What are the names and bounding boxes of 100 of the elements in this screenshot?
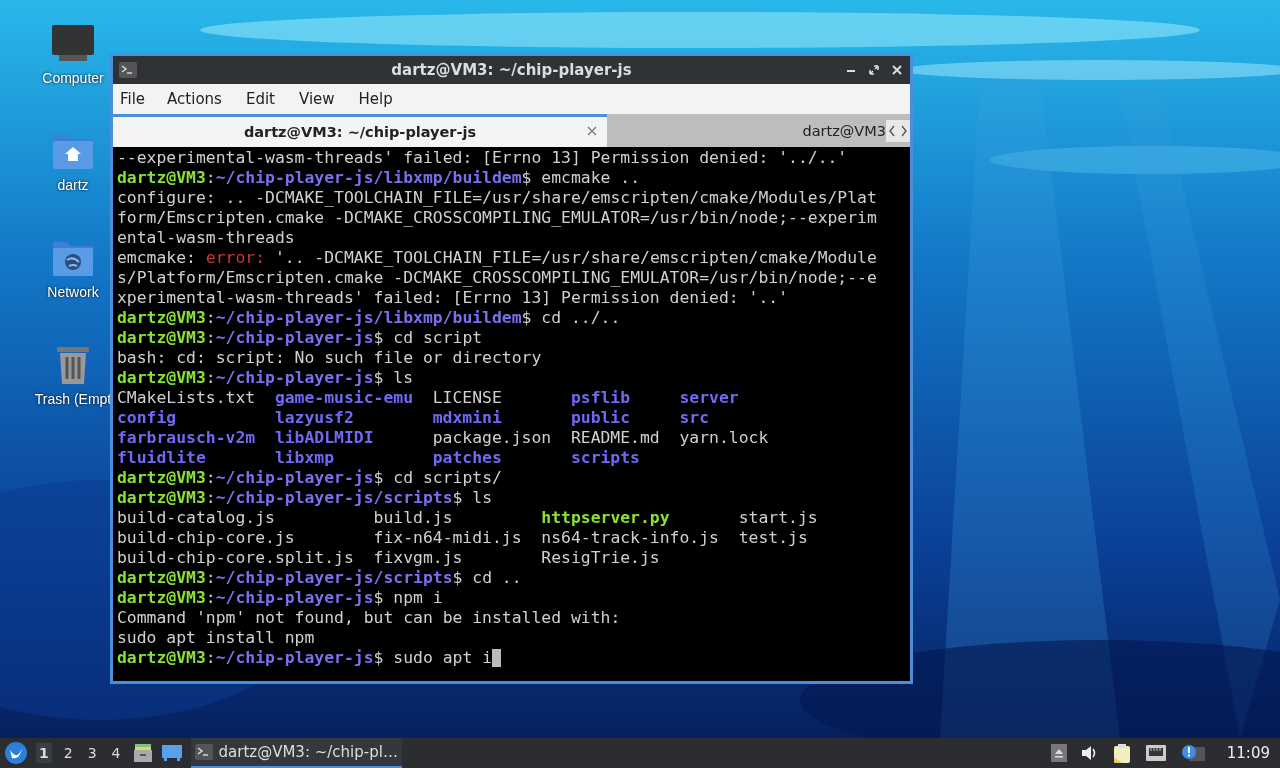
menu-item[interactable]: Help: [354, 90, 397, 108]
network-icon[interactable]: [1144, 744, 1167, 762]
bird-logo-icon[interactable]: [5, 742, 27, 764]
directory-name: mdxmini: [432, 408, 503, 428]
maximize-icon[interactable]: [869, 65, 879, 75]
prompt-user: dartz@VM3: [117, 568, 206, 588]
prompt-path: ~/chip-player-js/scripts: [215, 568, 453, 588]
directory-name: lazyusf2: [274, 408, 355, 428]
terminal-text: --experimental-wasm-threads' failed: [Errno 13] Permission denied: '../..': [117, 148, 848, 168]
terminal-text: $ ls: [373, 368, 414, 388]
desktop-icon-label[interactable]: Network: [47, 284, 99, 300]
prompt-user: dartz@VM3: [117, 328, 206, 348]
terminal-text: $ ls: [452, 488, 492, 508]
terminal-text: fix-n64-midi.js: [373, 528, 523, 548]
prompt-user: dartz@VM3: [117, 168, 206, 188]
terminal-text: :: [205, 648, 216, 668]
directory-name: fluidlite: [117, 448, 207, 468]
chevron-left-icon[interactable]: [886, 119, 898, 142]
workspace-button[interactable]: 2: [60, 743, 76, 763]
terminal-text: :: [205, 368, 216, 388]
terminal-text: $ npm i: [373, 588, 443, 608]
chevron-right-icon[interactable]: [898, 119, 910, 142]
terminal-text: start.js: [738, 508, 819, 528]
directory-name: scripts: [570, 448, 641, 468]
terminal-text: $ emcmake ..: [521, 168, 641, 188]
desktop-icon-label[interactable]: dartz: [57, 177, 89, 193]
menu-item[interactable]: Actions: [163, 90, 226, 108]
directory-name: psflib: [570, 388, 632, 408]
prompt-path: ~/chip-player-js: [215, 468, 374, 488]
terminal-text: emcmake:: [117, 248, 197, 268]
executable-name: httpserver.py: [541, 508, 671, 528]
terminal-text: yarn.lock: [679, 428, 770, 448]
terminal-tab[interactable]: dartz@VM3: [607, 114, 886, 147]
terminal-text: form/Emscripten.cmake -DCMAKE_CROSSCOMPILING_EMULATOR=/usr/bin/node;--experim: [117, 208, 877, 228]
terminal-text: ResigTrie.js: [541, 548, 661, 568]
terminal-text: $ sudo apt i: [373, 648, 492, 668]
terminal-text: test.js: [738, 528, 809, 548]
notification-icon[interactable]: [1180, 744, 1205, 762]
directory-name: public: [570, 408, 632, 428]
terminal-text: LICENSE: [432, 388, 503, 408]
file-cabinet-icon[interactable]: [132, 743, 153, 763]
terminal-icon: [119, 62, 137, 78]
terminal-text: Command 'npm' not found, but can be installed with:: [117, 608, 621, 628]
menu-item[interactable]: File: [116, 90, 150, 108]
terminal-text: ns64-track-info.js: [541, 528, 720, 548]
workspace-button[interactable]: 1: [36, 743, 52, 763]
directory-name: patches: [432, 448, 503, 468]
eject-icon[interactable]: [1050, 744, 1067, 762]
terminal-text: build-chip-core.js: [117, 528, 296, 548]
prompt-path: ~/chip-player-js: [215, 328, 374, 348]
workspace-button[interactable]: 4: [108, 743, 124, 763]
prompt-path: ~/chip-player-js: [215, 648, 374, 668]
terminal-text: :: [205, 468, 216, 488]
terminal-text: ental-wasm-threads: [117, 228, 295, 248]
terminal-text: :: [205, 488, 216, 508]
prompt-path: ~/chip-player-js/libxmp/buildem: [215, 308, 522, 328]
directory-name: src: [679, 408, 711, 428]
taskbar-task[interactable]: dartz@VM3: ~/chip-pl…: [190, 738, 402, 768]
directory-name: server: [679, 388, 740, 408]
terminal-text: configure: .. -DCMAKE_TOOLCHAIN_FILE=/usr/share/emscripten/cmake/Modules/Plat: [117, 188, 877, 208]
prompt-user: dartz@VM3: [117, 368, 206, 388]
terminal-text: :: [205, 328, 216, 348]
desktop-icon[interactable]: [161, 744, 182, 762]
directory-name: libxmp: [274, 448, 336, 468]
terminal-text: :: [205, 568, 216, 588]
computer-icon[interactable]: [51, 24, 95, 64]
prompt-user: dartz@VM3: [117, 588, 206, 608]
terminal-text: $ cd ..: [452, 568, 522, 588]
directory-name: libADLMIDI: [274, 428, 375, 448]
terminal-text: '.. -DCMAKE_TOOLCHAIN_FILE=/usr/share/emscripten/cmake/Module: [273, 248, 877, 268]
desktop-icon-label[interactable]: Trash (Empt: [34, 391, 112, 407]
prompt-user: dartz@VM3: [117, 468, 206, 488]
terminal-text: sudo apt install npm: [117, 628, 315, 648]
prompt-user: dartz@VM3: [117, 488, 206, 508]
terminal-text: :: [205, 168, 216, 188]
terminal-text: build.js: [373, 508, 454, 528]
workspace-button[interactable]: 3: [84, 743, 100, 763]
prompt-path: ~/chip-player-js/scripts: [215, 488, 453, 508]
menu-item[interactable]: View: [294, 90, 339, 108]
window-title: dartz@VM3: ~/chip-player-js: [390, 61, 633, 79]
terminal-text: build-chip-core.split.js: [117, 548, 355, 568]
directory-name: farbrausch-v2m: [117, 428, 257, 448]
prompt-user: dartz@VM3: [117, 308, 206, 328]
terminal-text: package.json: [432, 428, 553, 448]
clipboard-icon[interactable]: [1112, 743, 1131, 763]
menu-item[interactable]: Edit: [241, 90, 279, 108]
terminal-text: :: [205, 308, 216, 328]
terminal-text: README.md: [570, 428, 661, 448]
terminal-text: build-catalog.js: [117, 508, 276, 528]
error-text: error:: [205, 248, 266, 268]
clock[interactable]: 11:09: [1226, 744, 1270, 762]
prompt-user: dartz@VM3: [117, 648, 206, 668]
terminal-text: $ cd script: [373, 328, 483, 348]
terminal-text: :: [205, 588, 216, 608]
terminal-text: CMakeLists.txt: [117, 388, 257, 408]
prompt-path: ~/chip-player-js/libxmp/buildem: [215, 168, 522, 188]
terminal-tab[interactable]: dartz@VM3: ~/chip-player-js: [113, 114, 607, 147]
directory-name: config: [117, 408, 178, 428]
terminal-icon: [194, 744, 213, 760]
close-icon[interactable]: [587, 126, 597, 136]
